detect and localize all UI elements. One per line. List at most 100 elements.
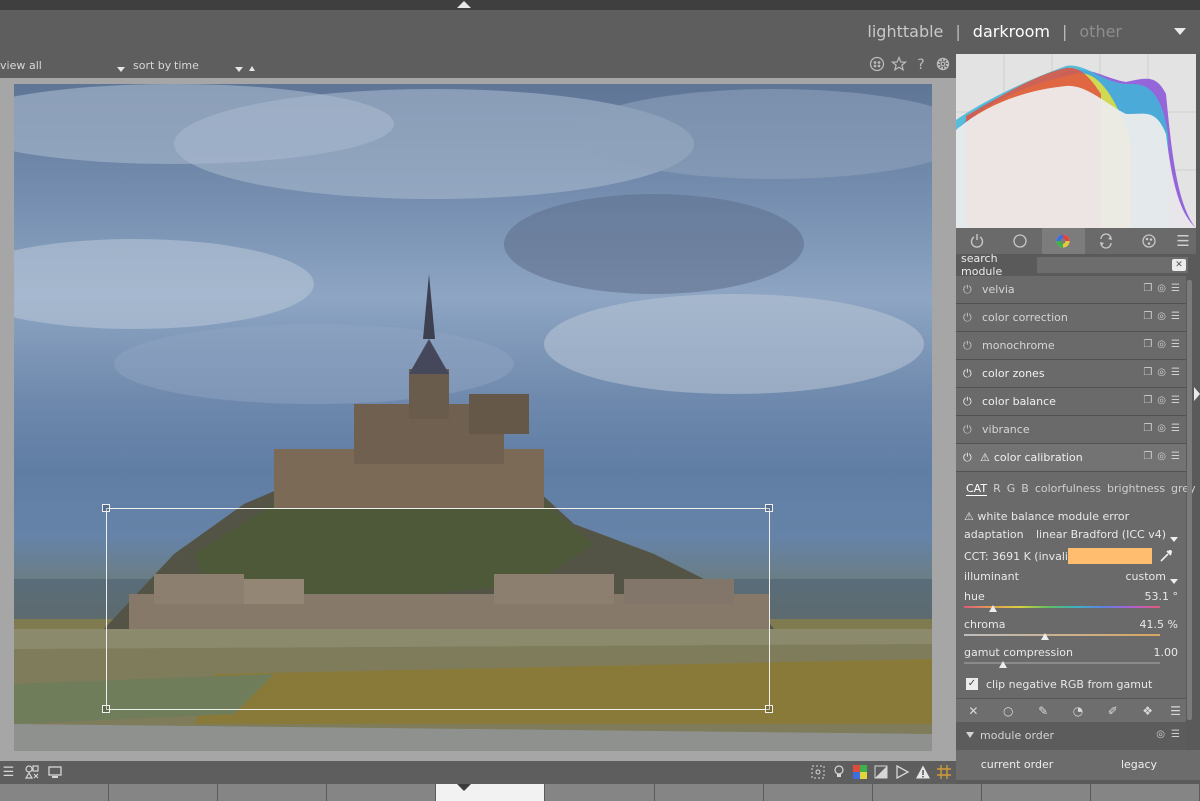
current-order-button[interactable]: current order	[956, 750, 1078, 780]
tab-brightness[interactable]: brightness	[1107, 482, 1165, 496]
color-wheel-icon[interactable]	[1041, 228, 1085, 254]
module-color-balance[interactable]: ⏻ color balance ❐ ◎ ☰	[956, 388, 1186, 416]
filmstrip-thumb[interactable]	[109, 784, 219, 801]
crop-handle-top-right[interactable]	[765, 504, 773, 512]
presets-icon[interactable]: ☰	[1171, 423, 1180, 434]
tab-cat[interactable]: CAT	[966, 482, 988, 496]
focus-peaking-icon[interactable]	[809, 764, 826, 781]
presets-icon[interactable]: ☰	[1171, 451, 1180, 462]
color-picker-icon[interactable]	[1158, 548, 1174, 564]
effect-icon[interactable]	[1127, 228, 1170, 254]
illuminant-color-swatch[interactable]	[1068, 548, 1152, 564]
tab-colorfulness[interactable]: colorfulness	[1035, 482, 1101, 496]
blend-uniform-icon[interactable]: ○	[991, 699, 1026, 722]
crop-handle-bottom-left[interactable]	[102, 705, 110, 713]
power-icon[interactable]: ⏻	[963, 423, 977, 437]
gamut-compression-slider-handle[interactable]	[999, 661, 1008, 668]
filmstrip-thumb[interactable]	[981, 784, 1091, 801]
filmstrip-thumb[interactable]	[763, 784, 873, 801]
right-panel-toggle-arrow[interactable]	[1194, 387, 1200, 401]
adaptation-row[interactable]: adaptation linear Bradford (ICC v4)	[964, 528, 1178, 542]
filmstrip-thumb[interactable]	[1090, 784, 1200, 801]
tab-b[interactable]: B	[1021, 482, 1029, 496]
sort-order-icon[interactable]	[249, 61, 255, 74]
crop-handle-top-left[interactable]	[102, 504, 110, 512]
colorlabels-icon[interactable]	[868, 56, 886, 74]
multi-instance-icon[interactable]: ❐	[1143, 451, 1152, 462]
module-color-zones[interactable]: ⏻ color zones ❐ ◎ ☰	[956, 360, 1186, 388]
chroma-slider-handle[interactable]	[1041, 633, 1050, 640]
second-window-icon[interactable]	[46, 764, 63, 781]
module-color-calibration[interactable]: ⏻ ⚠ color calibration ❐ ◎ ☰	[956, 444, 1186, 472]
multi-instance-icon[interactable]: ❐	[1143, 339, 1152, 350]
presets-icon[interactable]: ☰	[1171, 729, 1180, 740]
filmstrip-thumb-active[interactable]	[436, 784, 546, 801]
illuminant-value[interactable]: custom	[1125, 570, 1166, 583]
circle-icon[interactable]	[999, 228, 1042, 254]
filmstrip-thumb[interactable]	[654, 784, 764, 801]
histogram[interactable]	[956, 54, 1196, 228]
guides-icon[interactable]	[893, 764, 910, 781]
tab-r[interactable]: R	[993, 482, 1001, 496]
illuminant-row[interactable]: illuminant custom	[964, 570, 1178, 584]
view-filter-dropdown-icon[interactable]	[117, 62, 125, 75]
power-icon[interactable]: ⏻	[963, 283, 977, 297]
presets-icon[interactable]: ☰	[1171, 311, 1180, 322]
filmstrip-thumb[interactable]	[545, 784, 655, 801]
presets-icon[interactable]: ☰	[1165, 699, 1186, 722]
bottom-panel-toggle-arrow[interactable]	[457, 784, 471, 791]
sort-by-value[interactable]: time	[174, 59, 199, 72]
power-icon[interactable]: ⏻	[963, 367, 977, 381]
blend-off-icon[interactable]: ✕	[956, 699, 991, 722]
reset-icon[interactable]: ◎	[1157, 395, 1166, 406]
view-lighttable[interactable]: lighttable	[867, 22, 943, 41]
reset-icon[interactable]: ◎	[1156, 729, 1165, 740]
module-order-header[interactable]: module order ◎ ☰	[956, 722, 1186, 750]
right-panel-scrollbar[interactable]	[1187, 280, 1192, 720]
views-dropdown-icon[interactable]	[1174, 28, 1186, 35]
presets-icon[interactable]: ☰	[1171, 339, 1180, 350]
module-color-correction[interactable]: ⏻ color correction ❐ ◎ ☰	[956, 304, 1186, 332]
power-icon[interactable]	[956, 228, 999, 254]
gamut-compression-slider[interactable]	[964, 662, 1160, 664]
reset-icon[interactable]: ◎	[1157, 339, 1166, 350]
help-icon[interactable]: ?	[912, 56, 930, 74]
gear-icon[interactable]	[934, 56, 952, 74]
multi-instance-icon[interactable]: ❐	[1143, 283, 1152, 294]
filmstrip-thumb[interactable]	[327, 784, 437, 801]
star-icon[interactable]	[890, 55, 908, 74]
legacy-order-button[interactable]: legacy	[1078, 750, 1200, 780]
multi-instance-icon[interactable]: ❐	[1143, 311, 1152, 322]
reset-icon[interactable]: ◎	[1157, 367, 1166, 378]
sort-dropdown-icon[interactable]	[235, 62, 243, 75]
module-monochrome[interactable]: ⏻ monochrome ❐ ◎ ☰	[956, 332, 1186, 360]
blend-drawn-mask-icon[interactable]: ✎	[1026, 699, 1061, 722]
top-panel-toggle-arrow[interactable]	[457, 1, 471, 8]
power-icon[interactable]: ⏻	[963, 395, 977, 409]
power-icon[interactable]: ⏻	[963, 339, 977, 353]
tab-g[interactable]: G	[1007, 482, 1016, 496]
collapse-arrow-icon[interactable]	[966, 732, 974, 738]
menu-icon[interactable]: ☰	[0, 764, 17, 781]
blend-raster-icon[interactable]: ❖	[1130, 699, 1165, 722]
power-icon[interactable]: ⏻	[963, 311, 977, 325]
multi-instance-icon[interactable]: ❐	[1143, 395, 1152, 406]
top-panel-toggle-strip[interactable]	[0, 0, 1200, 10]
styles-icon[interactable]	[23, 764, 40, 781]
adaptation-value[interactable]: linear Bradford (ICC v4)	[1036, 528, 1166, 541]
clip-negative-checkbox[interactable]: ✓	[966, 678, 978, 690]
reset-icon[interactable]: ◎	[1157, 311, 1166, 322]
grid-icon[interactable]	[935, 764, 952, 781]
hue-slider-handle[interactable]	[989, 605, 998, 612]
module-vibrance[interactable]: ⏻ vibrance ❐ ◎ ☰	[956, 416, 1186, 444]
filmstrip-thumb[interactable]	[872, 784, 982, 801]
chroma-slider[interactable]	[964, 634, 1160, 636]
presets-icon[interactable]: ☰	[1171, 395, 1180, 406]
correct-icon[interactable]	[1085, 228, 1128, 254]
presets-icon[interactable]: ☰	[1171, 367, 1180, 378]
multi-instance-icon[interactable]: ❐	[1143, 367, 1152, 378]
bulb-icon[interactable]	[830, 764, 847, 781]
filmstrip[interactable]	[0, 784, 1200, 801]
filmstrip-thumb[interactable]	[218, 784, 328, 801]
view-filter-value[interactable]: all	[29, 59, 42, 72]
